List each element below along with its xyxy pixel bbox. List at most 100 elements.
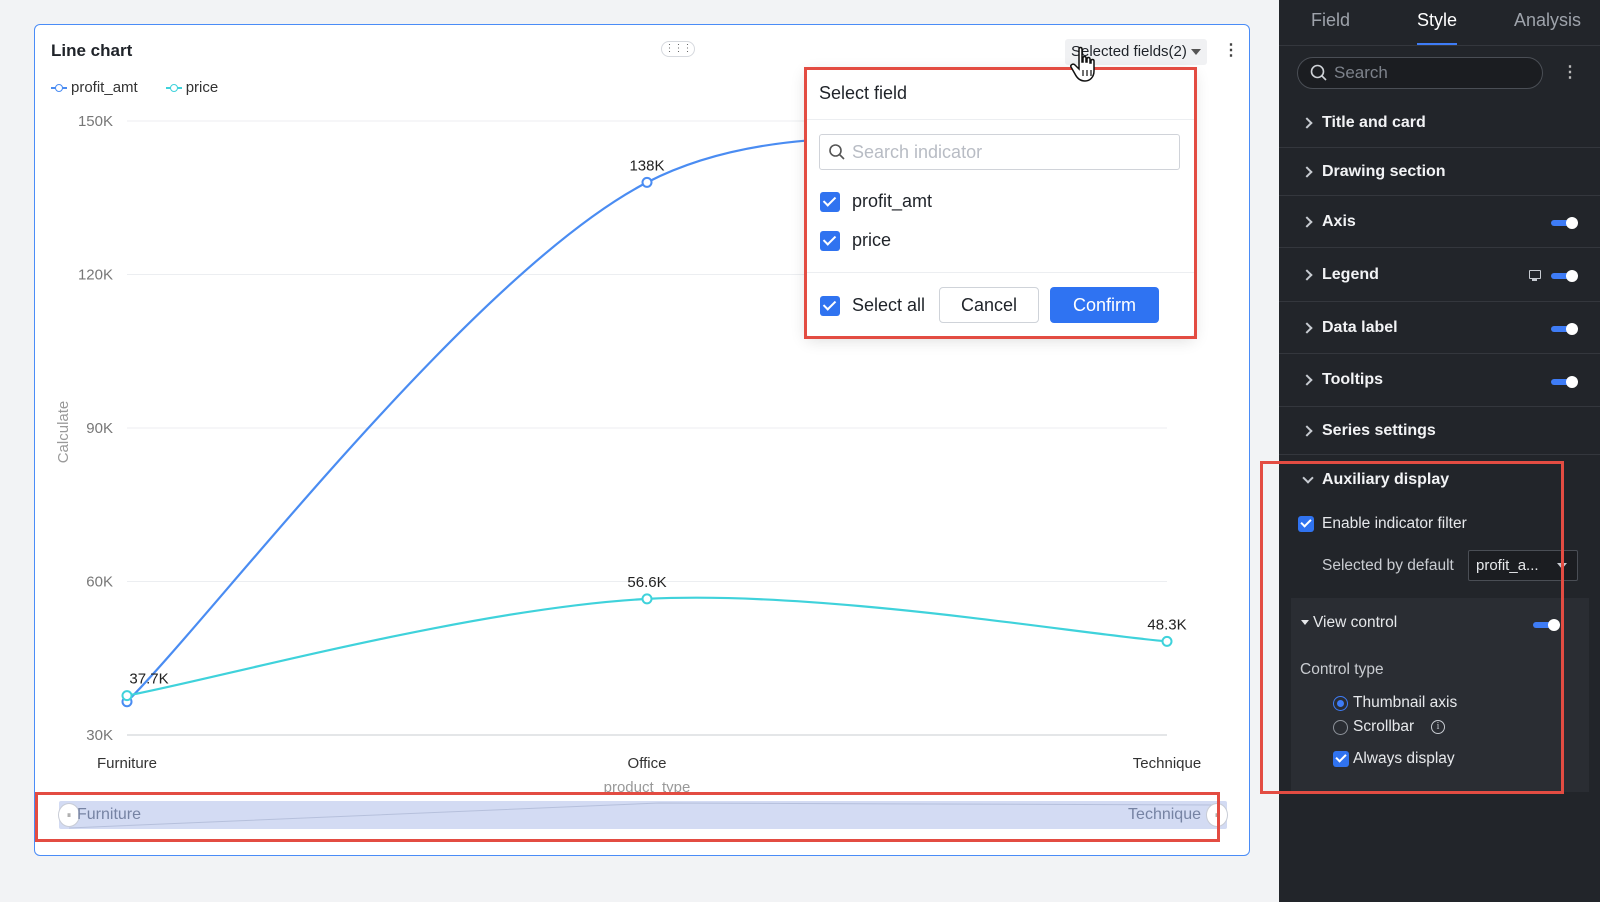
view-control-group: View control Control type Thumbnail axis… xyxy=(1291,598,1589,792)
y-tick-label: 30K xyxy=(86,727,113,744)
panel-search-field[interactable] xyxy=(1297,57,1543,89)
section-label: Title and card xyxy=(1322,113,1426,131)
axis-toggle[interactable] xyxy=(1551,217,1578,229)
thumbnail-axis-trend xyxy=(68,802,1218,829)
data-label: 138K xyxy=(629,157,664,174)
legend-toggle[interactable] xyxy=(1551,270,1578,282)
data-label: 56.6K xyxy=(627,574,666,591)
series-line-price xyxy=(126,596,1168,697)
enable-indicator-filter-checkbox[interactable] xyxy=(1298,516,1314,532)
selected-by-default-label: Selected by default xyxy=(1322,557,1454,574)
tab-style[interactable]: Style xyxy=(1417,10,1457,31)
section-title-and-card[interactable]: Title and card xyxy=(1279,98,1600,148)
section-data-label[interactable]: Data label xyxy=(1279,302,1600,354)
thumbnail-axis[interactable]: ⏸ Furniture Technique ⏸ xyxy=(58,801,1228,829)
data-point-profit-amt xyxy=(641,176,653,188)
section-label: Data label xyxy=(1322,318,1398,336)
canvas-area: ⋮⋮⋮ Line chart Selected fields(2) ⋮ prof… xyxy=(0,0,1279,902)
field-label: profit_amt xyxy=(852,191,933,211)
x-tick-label: Office xyxy=(628,755,667,772)
always-display-label: Always display xyxy=(1353,750,1455,767)
section-drawing-section[interactable]: Drawing section xyxy=(1279,148,1600,196)
y-tick-label: 90K xyxy=(86,420,113,437)
selected-by-default-select[interactable]: profit_a... xyxy=(1468,550,1578,581)
x-axis-title: product_type xyxy=(604,779,691,796)
thumbnail-axis-option-label[interactable]: Thumbnail axis xyxy=(1353,694,1457,712)
y-tick-label: 120K xyxy=(78,267,113,284)
always-display-checkbox[interactable] xyxy=(1333,751,1349,767)
section-label: Axis xyxy=(1322,212,1356,230)
enable-indicator-filter-label: Enable indicator filter xyxy=(1322,515,1467,532)
monitor-icon[interactable] xyxy=(1529,270,1541,281)
chevron-right-icon xyxy=(1301,374,1313,386)
field-checkbox-price[interactable]: price xyxy=(820,230,891,251)
chevron-right-icon xyxy=(1301,268,1313,281)
caret-down-icon xyxy=(1557,563,1567,569)
thumbnail-end-label: Technique xyxy=(1128,806,1201,823)
section-series-settings[interactable]: Series settings xyxy=(1279,407,1600,455)
divider xyxy=(806,119,1194,120)
thumbnail-axis-radio[interactable] xyxy=(1333,696,1348,711)
data-label: 48.3K xyxy=(1147,616,1186,633)
tab-field[interactable]: Field xyxy=(1311,10,1350,31)
caret-down-icon[interactable] xyxy=(1301,620,1309,625)
tooltips-toggle[interactable] xyxy=(1551,376,1578,388)
section-auxiliary-display: Auxiliary display Enable indicator filte… xyxy=(1285,462,1593,800)
view-control-toggle[interactable] xyxy=(1533,619,1560,631)
section-legend[interactable]: Legend xyxy=(1279,248,1600,302)
thumbnail-start-label: Furniture xyxy=(77,806,142,823)
field-checkbox-profit-amt[interactable]: profit_amt xyxy=(820,191,932,212)
select-field-popover: Select field profit_amt price Select all… xyxy=(806,69,1194,336)
style-settings-panel: Field Style Analysis ⋮ Title and card Dr… xyxy=(1260,0,1600,902)
popover-title: Select field xyxy=(819,83,908,103)
data-label-toggle[interactable] xyxy=(1551,323,1578,335)
auxiliary-display-title[interactable]: Auxiliary display xyxy=(1322,471,1449,489)
hand-cursor-icon xyxy=(1070,46,1095,82)
y-tick-label: 60K xyxy=(86,574,113,591)
chevron-right-icon xyxy=(1301,424,1313,437)
selected-by-default-value: profit_a... xyxy=(1476,557,1539,574)
section-axis[interactable]: Axis xyxy=(1279,196,1600,248)
panel-tabs: Field Style Analysis xyxy=(1279,0,1600,46)
chevron-right-icon xyxy=(1301,116,1313,129)
checkbox-checked-icon[interactable] xyxy=(820,230,840,251)
view-control-title[interactable]: View control xyxy=(1313,614,1397,632)
data-point-price xyxy=(121,690,133,702)
scrollbar-option-label[interactable]: Scrollbar xyxy=(1353,718,1414,736)
thumbnail-end-handle[interactable]: ⏸ xyxy=(1206,803,1228,827)
checkbox-checked-icon[interactable] xyxy=(820,191,840,212)
section-label: Legend xyxy=(1322,265,1379,283)
data-point-price xyxy=(641,593,653,605)
indicator-search-field[interactable] xyxy=(819,134,1180,170)
panel-more-icon[interactable]: ⋮ xyxy=(1562,60,1578,86)
checkbox-checked-icon[interactable] xyxy=(820,295,840,316)
scrollbar-radio[interactable] xyxy=(1333,720,1348,735)
y-axis-title: Calculate xyxy=(55,401,72,464)
info-icon[interactable]: i xyxy=(1431,720,1445,734)
cancel-button[interactable]: Cancel xyxy=(939,287,1039,323)
y-tick-label: 150K xyxy=(78,113,113,130)
chevron-right-icon xyxy=(1301,321,1313,334)
divider xyxy=(806,272,1194,273)
field-label: price xyxy=(852,230,892,250)
search-icon xyxy=(1310,64,1327,81)
section-label: Series settings xyxy=(1322,421,1436,439)
data-label: 37.7K xyxy=(129,671,168,688)
x-tick-label: Furniture xyxy=(97,755,157,772)
section-tooltips[interactable]: Tooltips xyxy=(1279,354,1600,407)
chevron-right-icon xyxy=(1301,215,1313,228)
tab-analysis[interactable]: Analysis xyxy=(1514,10,1581,31)
select-all-checkbox[interactable]: Select all xyxy=(820,295,925,316)
select-all-label: Select all xyxy=(852,295,926,315)
chevron-right-icon xyxy=(1301,165,1313,178)
section-label: Tooltips xyxy=(1322,371,1384,388)
x-tick-label: Technique xyxy=(1133,755,1201,772)
indicator-search-input[interactable] xyxy=(852,141,1152,163)
search-icon xyxy=(829,144,845,160)
panel-search-input[interactable] xyxy=(1334,63,1524,83)
active-tab-indicator xyxy=(1417,43,1457,45)
confirm-button[interactable]: Confirm xyxy=(1050,287,1159,323)
data-point-price xyxy=(1161,635,1173,647)
chevron-down-icon[interactable] xyxy=(1302,472,1314,484)
section-label: Drawing section xyxy=(1322,162,1446,180)
